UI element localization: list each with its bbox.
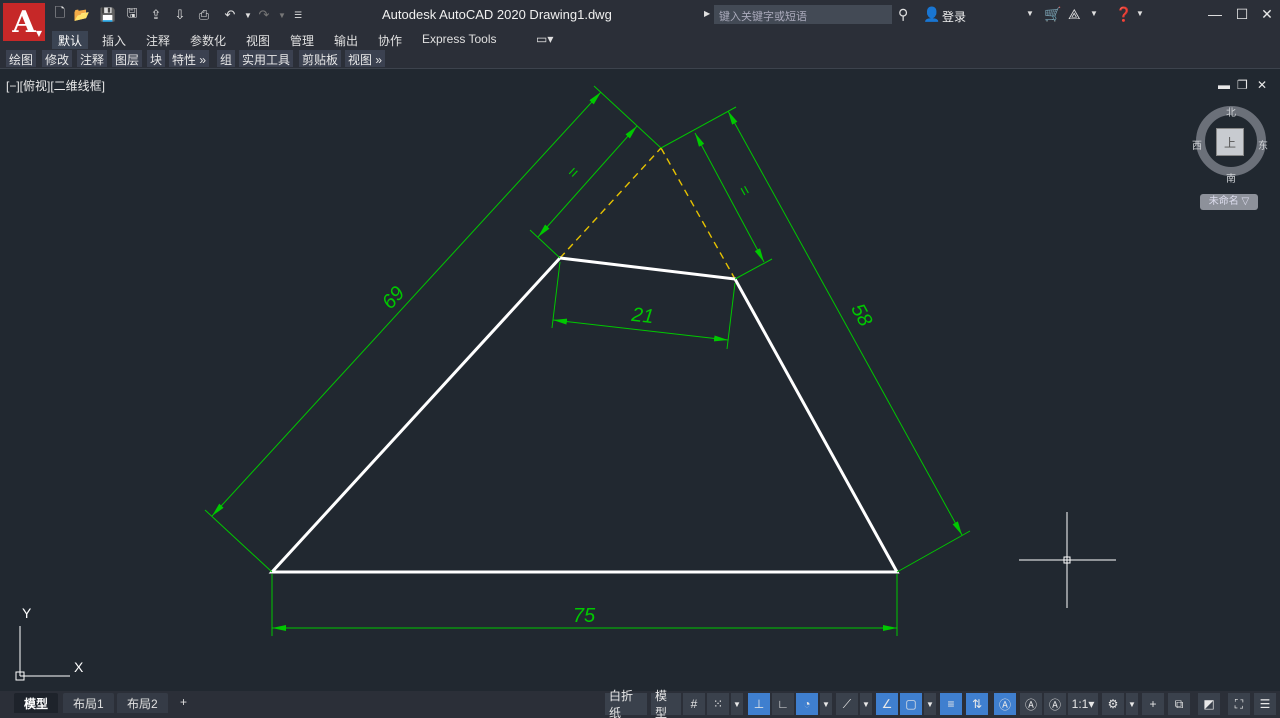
workspace-dropdown-icon[interactable]: ▼ (1126, 693, 1138, 715)
viewcube-top-face[interactable]: 上 (1216, 128, 1244, 156)
app-menu-button[interactable]: A ▼ (3, 3, 45, 41)
ucs-y-label: Y (22, 605, 32, 621)
crosshair-cursor (1019, 512, 1116, 608)
dim-right-ext-bottom (896, 530, 971, 573)
dim-eq-left-ext (529, 229, 561, 259)
grid-icon[interactable]: # (683, 693, 705, 715)
layout-tab-layout2[interactable]: 布局2 (117, 693, 168, 713)
clean-screen-icon[interactable]: ⛶ (1228, 693, 1250, 715)
ucs-x-label: X (74, 659, 84, 675)
dim-eq-right-text: = (734, 183, 753, 199)
model-space-button[interactable]: 模型 (651, 689, 681, 718)
ucs-icon: Y X (15, 605, 84, 681)
dynamic-input-icon[interactable]: ∟ (772, 693, 794, 715)
dim-eq-left-line[interactable] (537, 125, 638, 238)
customization-icon[interactable]: ☰ (1254, 693, 1276, 715)
annotation-monitor-icon[interactable]: + (1142, 693, 1164, 715)
isodraft-icon[interactable]: ⟋ (836, 693, 858, 715)
polar-tracking-icon[interactable]: ◔ (796, 693, 818, 715)
dim-left-text: 69 (378, 282, 409, 313)
compass-south[interactable]: 南 (1226, 170, 1236, 185)
paper-space-button[interactable]: 白折纸 (605, 689, 647, 718)
ortho-icon[interactable]: ⊥ (748, 693, 770, 715)
object-snap-icon[interactable]: ▢ (900, 693, 922, 715)
dim-left-ext-top (593, 85, 662, 149)
autocad-window: A ▼ 🗋 📂 💾 🖫 ⇪ ⇩ ⎙ ↶ ▼ ↷ ▼ ☰ Autodesk Auto… (0, 0, 1280, 718)
annotation-scale-value[interactable]: 1:1 ▾ (1068, 693, 1098, 715)
add-layout-icon[interactable]: + (170, 693, 197, 713)
object-snap-dropdown-icon[interactable]: ▼ (924, 693, 936, 715)
snap-dropdown-icon[interactable]: ▼ (731, 693, 743, 715)
trapezoid-outline[interactable] (268, 256, 900, 574)
object-snap-tracking-icon[interactable]: ∠ (876, 693, 898, 715)
dim-inner-ext-right (726, 282, 736, 350)
dim-eq-right-line[interactable] (694, 132, 765, 263)
polar-dropdown-icon[interactable]: ▼ (820, 693, 832, 715)
hidden-line-right (660, 147, 736, 280)
units-icon[interactable]: ⧉ (1168, 693, 1190, 715)
dim-bottom-text: 75 (573, 605, 596, 627)
isodraft-dropdown-icon[interactable]: ▼ (860, 693, 872, 715)
dim-inner-text: 21 (629, 304, 655, 328)
dim-eq-right-ext (734, 258, 773, 280)
drawing-canvas: 75 69 = 58 = 21 Y X (15, 85, 1116, 681)
wcs-menu-button[interactable]: 未命名 ▽ (1200, 194, 1258, 210)
auto-scale-icon[interactable]: Ⓐ (1020, 693, 1042, 715)
dim-left-line[interactable] (211, 91, 602, 517)
dim-inner-ext-left (551, 261, 561, 329)
lineweight-icon[interactable]: ≡ (940, 693, 962, 715)
layout-tab-model[interactable]: 模型 (14, 693, 59, 713)
compass-north[interactable]: 北 (1226, 104, 1236, 119)
transparency-icon[interactable]: ⇅ (966, 693, 988, 715)
chevron-down-icon: ▼ (35, 28, 42, 38)
dim-right-ext-top (660, 106, 737, 149)
compass-east[interactable]: 东 (1258, 137, 1268, 152)
compass-west[interactable]: 西 (1192, 137, 1202, 152)
isolate-objects-icon[interactable]: ◩ (1198, 693, 1220, 715)
layout-tab-layout1[interactable]: 布局1 (63, 693, 114, 713)
dim-left-ext-bottom (204, 509, 273, 573)
dim-eq-left-text: = (564, 164, 583, 182)
annotation-scale-icon[interactable]: Ⓐ (1044, 693, 1066, 715)
hidden-line-left (559, 147, 662, 259)
annotation-visibility-icon[interactable]: Ⓐ (994, 693, 1016, 715)
dim-right-text: 58 (846, 300, 876, 330)
viewcube[interactable]: 上 北 南 东 西 (1192, 104, 1268, 185)
snap-icon[interactable]: ⁙ (707, 693, 729, 715)
dim-right-line[interactable] (727, 110, 963, 536)
workspace-gear-icon[interactable]: ⚙ (1102, 693, 1124, 715)
